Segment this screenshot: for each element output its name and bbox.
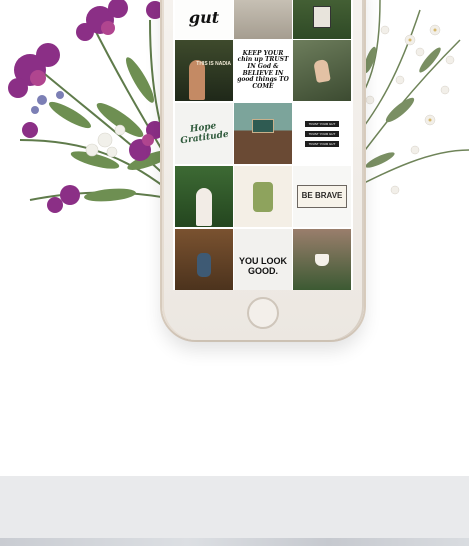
photo-grid: gut THIS IS NADIA KEEP YOUR chin up TRUS… (173, 0, 353, 290)
grid-tile: KEEP YOUR chin up TRUST IN God & BELIEVE… (234, 40, 292, 101)
grid-tile: gut (175, 0, 233, 39)
tile-caption: THIS IS NADIA (196, 61, 231, 67)
grid-tile: BE BRAVE (293, 166, 351, 227)
grid-tile-photo (175, 229, 233, 290)
grid-tile: THIS IS NADIA (175, 40, 233, 101)
tile-lettering: gut (188, 7, 220, 27)
grid-tile-photo (293, 40, 351, 101)
grid-tile-photo (175, 166, 233, 227)
tile-caption: TRUST YOUR GUT (305, 120, 339, 127)
grid-tile-photo (293, 229, 351, 290)
grid-tile: TRUST YOUR GUT TRUST YOUR GUT TRUST YOUR… (293, 103, 351, 164)
grid-tile-photo (234, 0, 292, 39)
tile-lettering: YOU LOOK GOOD. (238, 255, 287, 276)
tile-lettering: Hope Gratitude (179, 120, 230, 146)
grid-tile-photo (234, 166, 292, 227)
tile-caption: TRUST YOUR GUT (305, 140, 339, 147)
tile-lettering: KEEP YOUR chin up TRUST IN God & BELIEVE… (237, 49, 289, 90)
tile-caption: TRUST YOUR GUT (305, 130, 339, 137)
grid-tile-photo (293, 0, 351, 39)
grid-tile: Hope Gratitude (175, 103, 233, 164)
next-section-preview (0, 538, 469, 546)
home-button (247, 297, 279, 329)
grid-tile: YOU LOOK GOOD. (234, 229, 292, 290)
phone-screen: gut THIS IS NADIA KEEP YOUR chin up TRUS… (173, 0, 353, 290)
product-hero-image: gut THIS IS NADIA KEEP YOUR chin up TRUS… (0, 0, 469, 476)
tile-sign: BE BRAVE (296, 185, 348, 208)
section-divider-band (0, 476, 469, 538)
grid-tile-photo (234, 103, 292, 164)
